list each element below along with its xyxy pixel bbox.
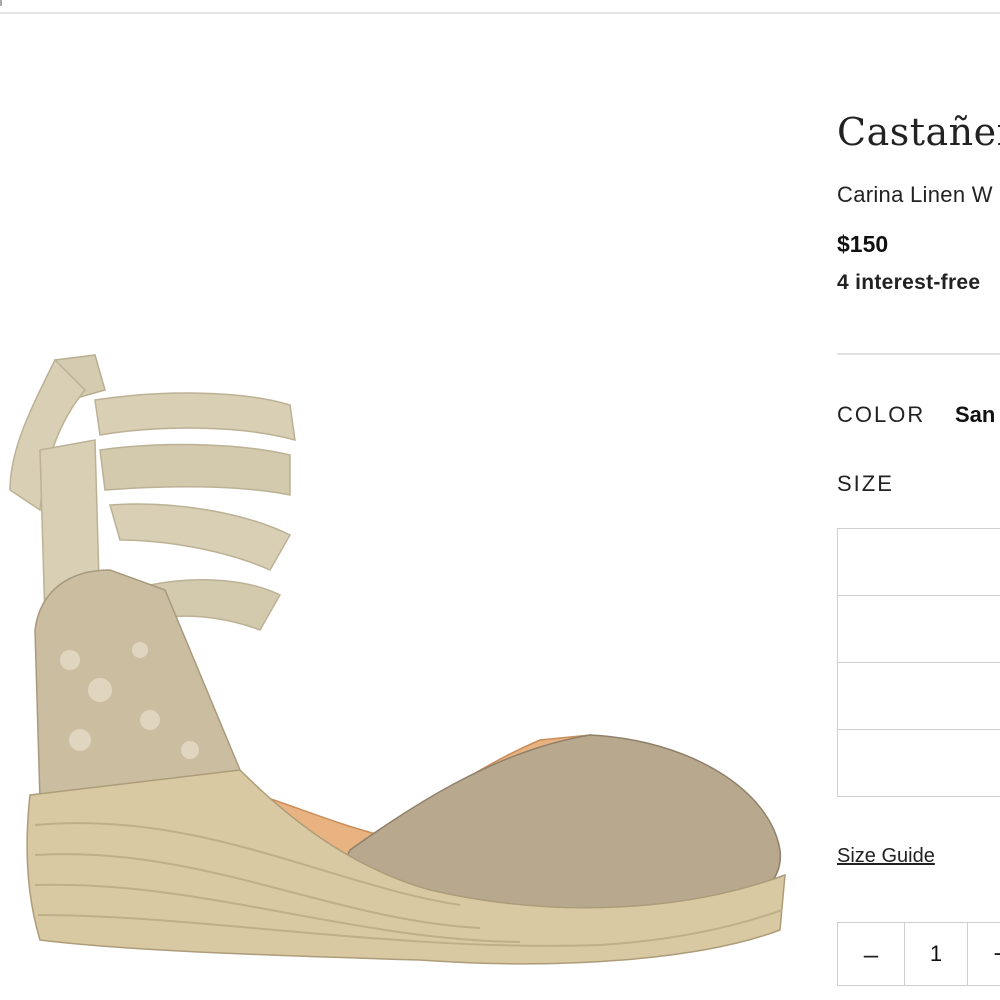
top-edge-mark: [0, 0, 10, 6]
quantity-stepper: – 1 +: [837, 922, 1000, 986]
product-name: Carina Linen W: [837, 182, 993, 207]
size-options: [837, 528, 1000, 797]
quantity-value[interactable]: 1: [904, 923, 968, 985]
color-label: COLOR: [837, 402, 926, 427]
size-option[interactable]: [837, 729, 1000, 797]
quantity-increase-button[interactable]: +: [968, 923, 1000, 985]
brand-name[interactable]: Castañer: [837, 110, 1000, 154]
quantity-decrease-button[interactable]: –: [838, 923, 904, 985]
top-bar: [0, 0, 1000, 14]
size-option[interactable]: [837, 528, 1000, 595]
size-option[interactable]: [837, 595, 1000, 662]
product-details: Castañer Carina Linen W $150 4 interest-…: [837, 100, 1000, 1000]
size-option[interactable]: [837, 662, 1000, 729]
color-value: San: [955, 402, 996, 427]
espadrille-sandal-illustration: [9, 354, 786, 965]
size-guide-link[interactable]: Size Guide: [837, 845, 935, 868]
product-price: $150: [837, 231, 889, 257]
size-label: SIZE: [837, 471, 894, 496]
installments-info[interactable]: 4 interest-free: [837, 271, 980, 295]
product-image[interactable]: [0, 330, 800, 970]
divider: [837, 353, 1000, 355]
